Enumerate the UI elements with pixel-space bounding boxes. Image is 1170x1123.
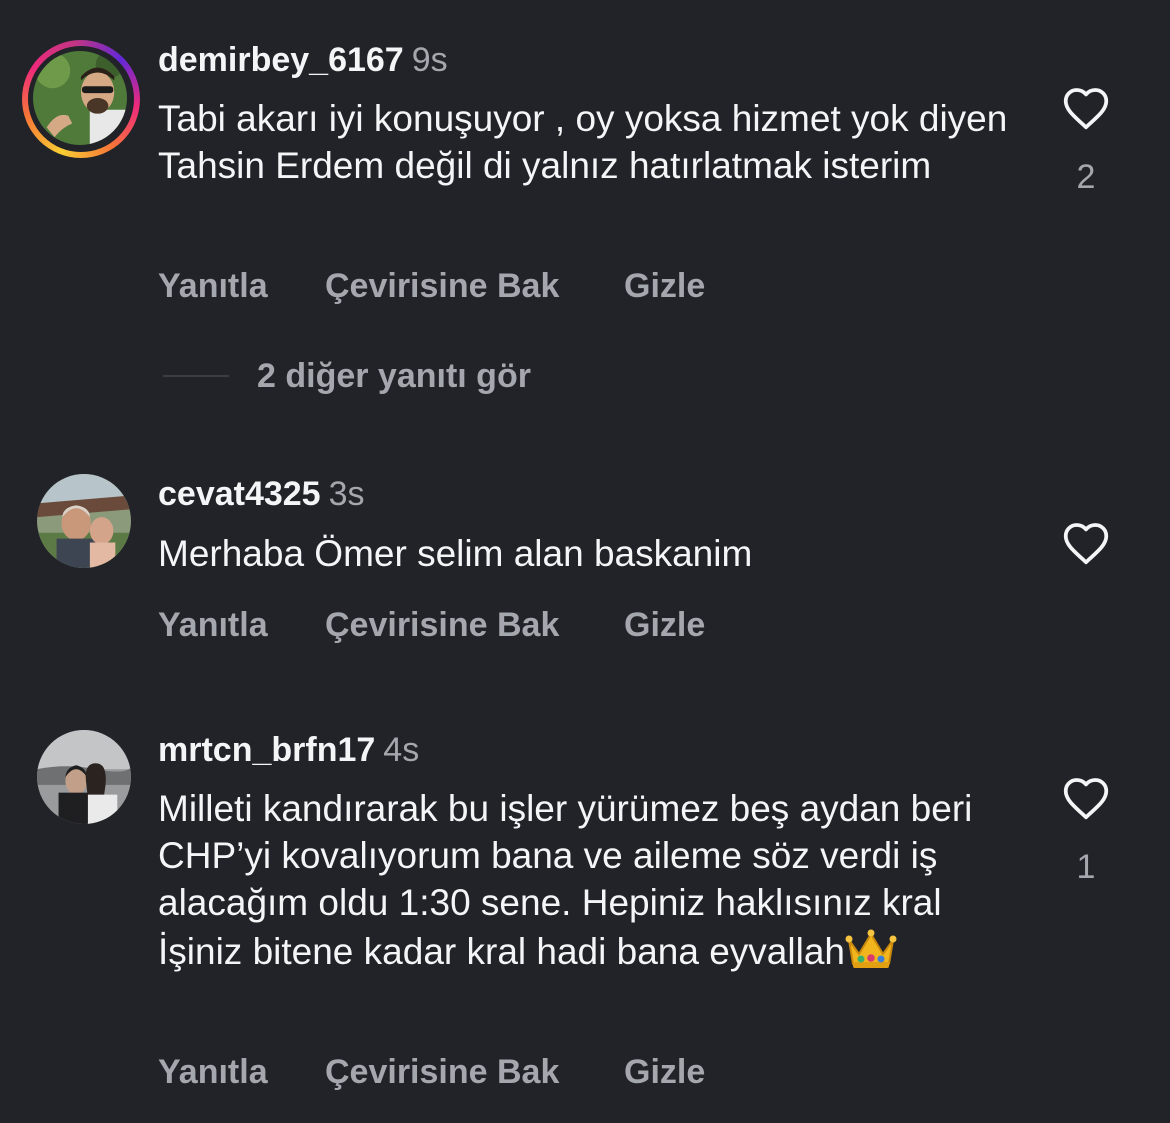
story-ring[interactable] (22, 40, 140, 158)
comment-header: demirbey_6167 9s (158, 40, 448, 80)
hide-button[interactable]: Gizle (624, 605, 705, 645)
comment-text: Tabi akarı iyi konuşuyor , oy yoksa hizm… (158, 98, 1008, 186)
reply-button[interactable]: Yanıtla (158, 266, 268, 306)
avatar-cevat[interactable] (37, 474, 131, 568)
like-button[interactable]: 2 (1060, 85, 1112, 197)
avatar-photo-icon (37, 474, 131, 568)
heart-outline-icon (1063, 778, 1109, 820)
translate-button[interactable]: Çevirisine Bak (325, 605, 559, 645)
heart-outline-icon (1063, 523, 1109, 565)
timestamp: 4s (383, 731, 420, 769)
timestamp: 3s (328, 475, 365, 513)
translate-button[interactable]: Çevirisine Bak (325, 1052, 559, 1092)
avatar-mrtcn[interactable] (37, 730, 131, 824)
comment-text: Merhaba Ömer selim alan baskanim (158, 533, 753, 574)
crown-emoji-icon (845, 929, 897, 968)
username[interactable]: demirbey_6167 (158, 41, 404, 79)
hide-button[interactable]: Gizle (624, 1052, 705, 1092)
avatar-photo-icon (33, 51, 127, 145)
reply-button[interactable]: Yanıtla (158, 1052, 268, 1092)
like-button[interactable]: 1 (1060, 775, 1112, 887)
view-replies-label[interactable]: 2 diğer yanıtı gör (257, 356, 531, 396)
comment-header: mrtcn_brfn17 4s (158, 730, 419, 770)
username[interactable]: mrtcn_brfn17 (158, 731, 375, 769)
like-count: 2 (1076, 158, 1096, 196)
comment-text: Milleti kandırarak bu işler yürümez beş … (158, 785, 1018, 975)
heart-outline-icon (1063, 88, 1109, 130)
replies-divider (163, 375, 229, 377)
timestamp: 9s (411, 41, 448, 79)
comment-header: cevat4325 3s (158, 474, 365, 514)
avatar-photo-icon (37, 730, 131, 824)
reply-button[interactable]: Yanıtla (158, 605, 268, 645)
avatar-demirbey[interactable] (33, 51, 127, 145)
like-count: 1 (1076, 848, 1096, 886)
like-button[interactable] (1060, 520, 1112, 592)
username[interactable]: cevat4325 (158, 475, 321, 513)
translate-button[interactable]: Çevirisine Bak (325, 266, 559, 306)
hide-button[interactable]: Gizle (624, 266, 705, 306)
